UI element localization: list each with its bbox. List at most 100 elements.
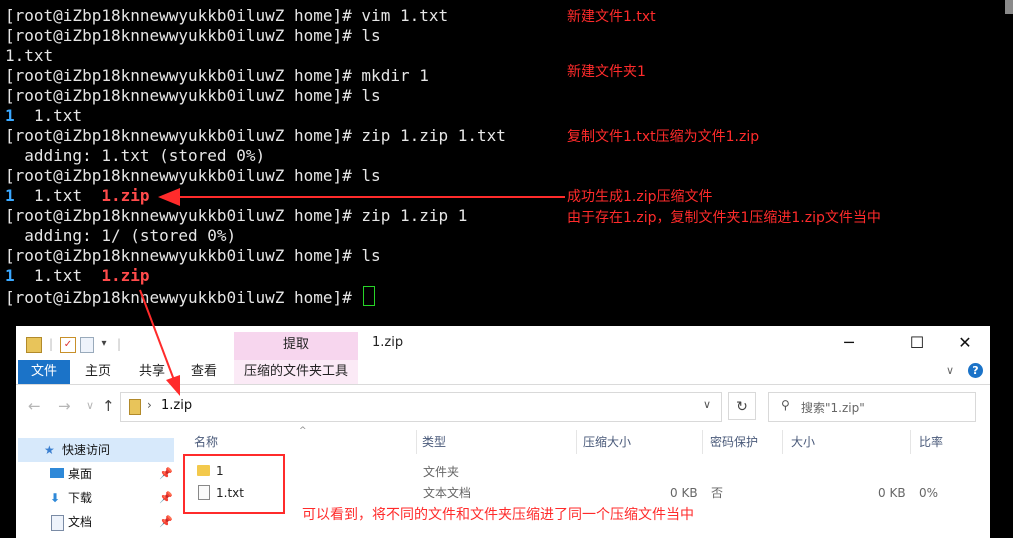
minimize-button[interactable]: ─: [826, 330, 872, 356]
sidebar-item-documents[interactable]: 文档 📌: [16, 510, 174, 534]
chevron-down-icon[interactable]: ∨: [946, 364, 954, 377]
command-text: ls: [361, 26, 381, 45]
column-separator[interactable]: [910, 430, 911, 454]
zip-folder-icon: [129, 399, 141, 415]
ls-file-entry: 1.txt: [33, 186, 83, 205]
address-bar[interactable]: › 1.zip ∨: [120, 392, 722, 422]
pin-icon[interactable]: 📌: [159, 510, 173, 534]
tab-file[interactable]: 文件: [18, 360, 70, 384]
column-ratio[interactable]: 比率: [919, 430, 943, 454]
terminal-line: adding: 1/ (stored 0%): [5, 226, 236, 246]
terminal-line: [root@iZbp18knnewwyukkb0iluwZ home]# zip…: [5, 206, 467, 226]
column-separator[interactable]: [576, 430, 577, 454]
ls-file-entry: 1.txt: [33, 106, 83, 125]
customize-toolbar-icon[interactable]: ▾: [98, 335, 110, 353]
shell-prompt: [root@iZbp18knnewwyukkb0iluwZ home]#: [5, 6, 362, 25]
search-icon: ⚲: [781, 398, 790, 412]
terminal-line: [root@iZbp18knnewwyukkb0iluwZ home]# ls: [5, 26, 381, 46]
terminal-line: 1 1.txt: [5, 106, 82, 126]
column-compressed-size[interactable]: 压缩大小: [583, 430, 631, 454]
shell-prompt: [root@iZbp18knnewwyukkb0iluwZ home]#: [5, 126, 362, 145]
new-folder-icon[interactable]: [80, 337, 94, 353]
column-type[interactable]: 类型: [422, 430, 446, 454]
up-arrow-icon[interactable]: ↑: [102, 397, 115, 415]
row-password: 否: [711, 486, 724, 500]
recent-chevron-icon[interactable]: ∨: [86, 399, 94, 412]
maximize-button[interactable]: ☐: [894, 330, 940, 356]
sidebar-item-downloads[interactable]: ⬇ 下载 📌: [16, 486, 174, 510]
document-icon: [51, 515, 64, 531]
shell-prompt: [root@iZbp18knnewwyukkb0iluwZ home]#: [5, 86, 362, 105]
refresh-icon[interactable]: ↻: [728, 392, 756, 420]
command-text: ls: [361, 166, 381, 185]
context-tab-group[interactable]: 提取: [234, 332, 358, 360]
annotation-zip-file: 复制文件1.txt压缩为文件1.zip: [567, 129, 760, 145]
pin-icon[interactable]: 📌: [159, 486, 173, 510]
column-size[interactable]: 大小: [791, 430, 815, 454]
breadcrumb-chevron-icon[interactable]: ›: [147, 398, 152, 412]
terminal-line: [root@iZbp18knnewwyukkb0iluwZ home]# mkd…: [5, 66, 429, 86]
ls-dir-entry: 1: [5, 266, 15, 285]
column-separator[interactable]: [782, 430, 783, 454]
sidebar-item-label: 桌面: [68, 467, 93, 481]
pin-icon[interactable]: 📌: [159, 462, 173, 486]
row-compressed-size: 0 KB: [670, 486, 698, 500]
terminal-line: 1 1.txt 1.zip: [5, 186, 150, 206]
terminal-line: [root@iZbp18knnewwyukkb0iluwZ home]# zip…: [5, 126, 506, 146]
tab-compressed-folder-tools[interactable]: 压缩的文件夹工具: [234, 360, 358, 384]
window-title: 1.zip: [372, 335, 404, 350]
row-type: 文本文档: [423, 486, 472, 500]
terminal-cursor[interactable]: [363, 286, 376, 306]
ls-file-entry: 1.txt: [33, 266, 83, 285]
download-icon: ⬇: [50, 491, 61, 505]
search-box[interactable]: ⚲: [768, 392, 976, 422]
annotation-new-file: 新建文件1.txt: [567, 9, 656, 25]
ls-dir-entry: 1: [5, 106, 15, 125]
sort-up-icon: ^: [299, 426, 307, 436]
terminal-scrollbar[interactable]: [1005, 0, 1013, 14]
terminal-line: [root@iZbp18knnewwyukkb0iluwZ home]# vim…: [5, 6, 448, 26]
star-icon: ★: [44, 443, 55, 457]
sidebar-item-desktop[interactable]: 桌面 📌: [16, 462, 174, 486]
terminal-line[interactable]: [root@iZbp18knnewwyukkb0iluwZ home]#: [5, 286, 376, 307]
shell-prompt: [root@iZbp18knnewwyukkb0iluwZ home]#: [5, 206, 362, 225]
command-text: ls: [361, 86, 381, 105]
title-bar[interactable]: | ✓ ▾ | 提取 1.zip ─ ☐ ✕: [16, 326, 990, 360]
command-output: adding: 1/ (stored 0%): [5, 226, 237, 245]
tab-share[interactable]: 共享: [132, 360, 172, 384]
column-separator[interactable]: [702, 430, 703, 454]
address-row: ← → ∨ ↑ › 1.zip ∨ ↻ ⚲: [16, 388, 990, 424]
ls-zip-entry: 1.zip: [101, 266, 150, 285]
properties-icon[interactable]: ✓: [60, 337, 76, 353]
annotation-new-folder: 新建文件夹1: [567, 64, 646, 80]
back-arrow-icon[interactable]: ←: [28, 397, 41, 415]
file-explorer-window[interactable]: | ✓ ▾ | 提取 1.zip ─ ☐ ✕ 文件 主页 共享 查看 压缩的文件…: [16, 326, 990, 538]
ls-dir-entry: 1: [5, 186, 15, 205]
sidebar-item-label: 快速访问: [62, 443, 111, 457]
forward-arrow-icon[interactable]: →: [58, 397, 71, 415]
column-password[interactable]: 密码保护: [710, 430, 758, 454]
command-output: 1.txt: [5, 46, 54, 65]
column-name[interactable]: 名称: [194, 430, 218, 454]
search-input[interactable]: [799, 396, 973, 420]
help-icon[interactable]: ?: [968, 363, 983, 378]
tab-view[interactable]: 查看: [184, 360, 224, 384]
shell-prompt: [root@iZbp18knnewwyukkb0iluwZ home]#: [5, 246, 362, 265]
column-separator[interactable]: [416, 430, 417, 454]
breadcrumb[interactable]: 1.zip: [161, 398, 192, 413]
sidebar-item-label: 文档: [68, 515, 93, 529]
ribbon-tabs: 文件 主页 共享 查看 压缩的文件夹工具 ∨ ?: [16, 360, 990, 385]
sidebar-item-quick-access[interactable]: ★ 快速访问: [18, 438, 174, 462]
command-text: vim 1.txt: [361, 6, 449, 25]
row-type: 文件夹: [423, 465, 460, 479]
command-output: adding: 1.txt (stored 0%): [5, 146, 266, 165]
terminal-line: 1.txt: [5, 46, 53, 66]
tab-home[interactable]: 主页: [78, 360, 118, 384]
zip-folder-icon: [26, 337, 42, 353]
terminal-line: adding: 1.txt (stored 0%): [5, 146, 265, 166]
terminal-line: 1 1.txt 1.zip: [5, 266, 150, 286]
address-dropdown-icon[interactable]: ∨: [703, 398, 711, 411]
shell-prompt: [root@iZbp18knnewwyukkb0iluwZ home]#: [5, 166, 362, 185]
annotation-zip-created: 成功生成1.zip压缩文件: [567, 189, 713, 205]
close-button[interactable]: ✕: [942, 330, 988, 356]
